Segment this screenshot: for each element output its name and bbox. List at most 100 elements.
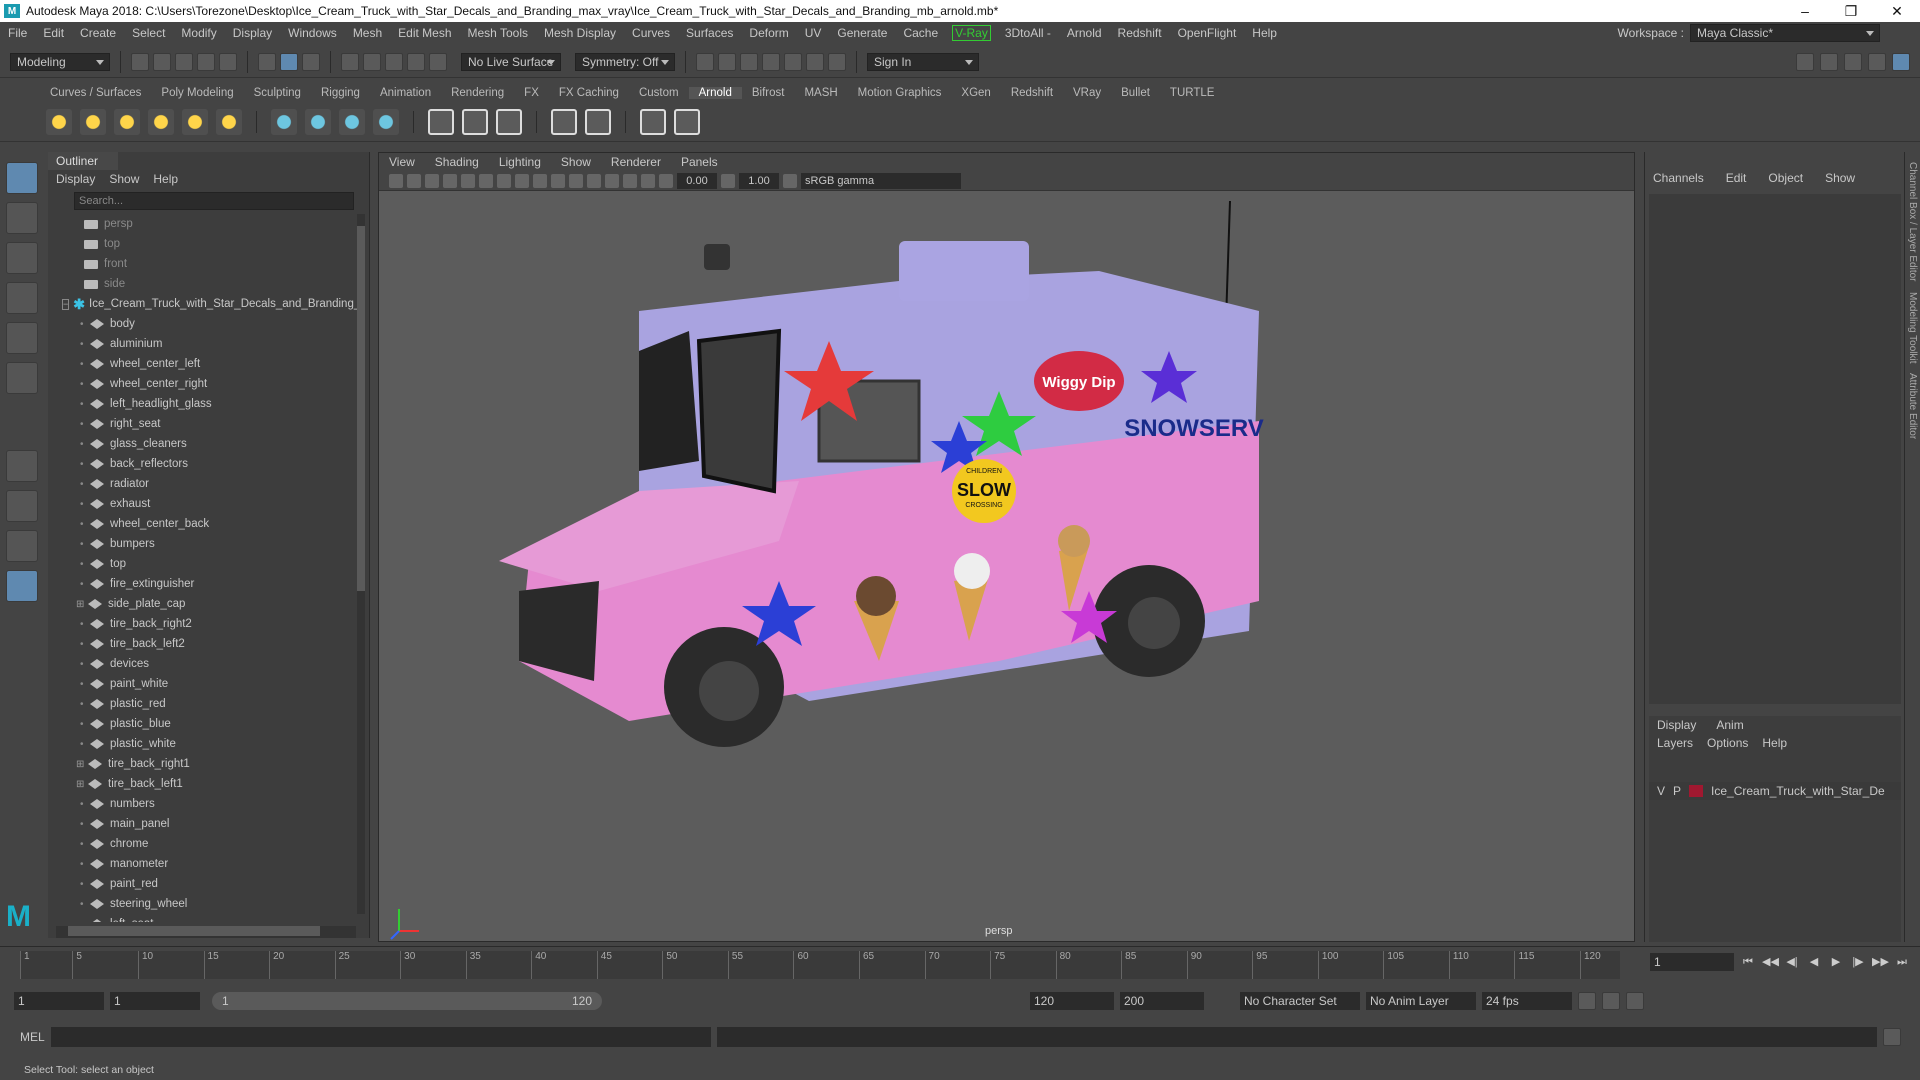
volume-icon[interactable] <box>339 108 365 135</box>
anim-prefs-icon[interactable] <box>1626 992 1644 1010</box>
render-view-icon[interactable] <box>696 52 714 71</box>
outliner-mesh-item[interactable]: ⊞ tire_back_right1 <box>48 754 358 774</box>
outliner-mesh-item[interactable]: • left_headlight_glass <box>48 394 358 414</box>
light-portal-icon[interactable] <box>182 108 208 135</box>
area-light-icon[interactable] <box>46 108 72 135</box>
image-plane-icon[interactable] <box>425 173 439 188</box>
menu-uv[interactable]: UV <box>797 26 830 40</box>
shelf-tab-arnold[interactable]: Arnold <box>688 87 742 99</box>
outliner-tab[interactable]: Outliner <box>48 152 118 170</box>
rotate-tool-icon[interactable] <box>6 322 38 354</box>
shelf-tab-fx-caching[interactable]: FX Caching <box>549 87 629 99</box>
script-editor-icon[interactable] <box>1882 1028 1901 1046</box>
shelf-tab-vray[interactable]: VRay <box>1063 87 1111 99</box>
antialiasing-icon[interactable] <box>605 173 619 188</box>
standin-icon[interactable] <box>271 108 297 135</box>
shelf-tab-rendering[interactable]: Rendering <box>441 87 514 99</box>
viewport-menu-shading[interactable]: Shading <box>435 153 479 171</box>
snap-point-icon[interactable] <box>385 52 403 71</box>
display-layer-row[interactable]: V P Ice_Cream_Truck_with_Star_De <box>1649 782 1901 800</box>
viewport-menu-renderer[interactable]: Renderer <box>611 153 661 171</box>
menu-edit-mesh[interactable]: Edit Mesh <box>390 26 459 40</box>
gamma-icon[interactable] <box>721 173 735 188</box>
snap-curve-icon[interactable] <box>363 52 381 71</box>
resolution-gate-icon[interactable] <box>479 173 493 188</box>
fps-dropdown[interactable]: 24 fps <box>1482 992 1572 1010</box>
outliner-camera-item[interactable]: side <box>48 274 358 294</box>
material-icon[interactable] <box>551 108 577 135</box>
menu-vray[interactable]: V-Ray <box>952 25 991 41</box>
camera-bookmark-icon[interactable] <box>407 173 421 188</box>
symmetry-dropdown[interactable]: Symmetry: Off <box>575 52 675 71</box>
auto-key-icon[interactable] <box>1602 992 1620 1010</box>
outliner-mesh-item[interactable]: • tire_back_right2 <box>48 614 358 634</box>
menu-curves[interactable]: Curves <box>624 26 678 40</box>
close-button[interactable]: ✕ <box>1874 3 1920 20</box>
isolate-select-icon[interactable] <box>623 173 637 188</box>
loop-icon[interactable] <box>1578 992 1596 1010</box>
step-forward-key-icon[interactable]: ▶▶ <box>1872 955 1889 969</box>
shelf-tab-motion-graphics[interactable]: Motion Graphics <box>848 87 952 99</box>
outliner-mesh-item[interactable]: • left_seat <box>48 914 358 922</box>
smooth-shade-icon[interactable] <box>515 173 529 188</box>
pause-icon[interactable] <box>828 52 846 71</box>
layer-tab-display[interactable]: Display <box>1657 716 1696 734</box>
channel-menu-object[interactable]: Object <box>1768 166 1803 190</box>
license-icon[interactable] <box>496 108 522 135</box>
outliner-mesh-item[interactable]: • plastic_white <box>48 734 358 754</box>
anim-end-field[interactable]: 200 <box>1120 992 1204 1010</box>
two-view-layout-icon[interactable] <box>6 530 38 562</box>
shelf-tab-poly-modeling[interactable]: Poly Modeling <box>151 87 243 99</box>
menu-generate[interactable]: Generate <box>829 26 895 40</box>
lights-icon[interactable] <box>551 173 565 188</box>
play-backwards-icon[interactable]: ◀ <box>1806 955 1822 969</box>
single-perspective-layout-icon[interactable] <box>6 450 38 482</box>
shadows-icon[interactable] <box>569 173 583 188</box>
render-frame-icon[interactable] <box>718 52 736 71</box>
live-surface-field[interactable]: No Live Surface <box>461 52 561 71</box>
outliner-mesh-item[interactable]: • fire_extinguisher <box>48 574 358 594</box>
menu-windows[interactable]: Windows <box>280 26 345 40</box>
outliner-mesh-item[interactable]: • body <box>48 314 358 334</box>
render-preview-icon[interactable] <box>640 108 666 135</box>
step-back-frame-icon[interactable]: ◀| <box>1784 955 1800 969</box>
outliner-scrollbar[interactable] <box>357 214 365 914</box>
outliner-mesh-item[interactable]: • manometer <box>48 854 358 874</box>
paint-select-tool-icon[interactable] <box>6 242 38 274</box>
outliner-mesh-item[interactable]: • chrome <box>48 834 358 854</box>
snap-grid-icon[interactable] <box>341 52 359 71</box>
outliner-search-input[interactable]: Search... <box>74 192 354 210</box>
character-controls-icon[interactable] <box>1820 52 1838 71</box>
shelf-tab-redshift[interactable]: Redshift <box>1001 87 1063 99</box>
layer-menu-help[interactable]: Help <box>1762 734 1787 752</box>
outliner-mesh-item[interactable]: • aluminium <box>48 334 358 354</box>
exposure-icon[interactable] <box>659 173 673 188</box>
menu-redshift[interactable]: Redshift <box>1110 26 1170 40</box>
shader-icon[interactable] <box>585 108 611 135</box>
layer-menu-options[interactable]: Options <box>1707 734 1748 752</box>
textured-icon[interactable] <box>533 173 547 188</box>
expand-icon[interactable]: ⊞ <box>76 759 86 770</box>
range-slider-bar[interactable]: 1 120 <box>212 992 602 1010</box>
side-tab-attribute-editor[interactable]: Attribute Editor <box>1907 373 1918 439</box>
outliner-mesh-item[interactable]: • bumpers <box>48 534 358 554</box>
hypershade-icon[interactable] <box>784 52 802 71</box>
physical-sky-icon[interactable] <box>216 108 242 135</box>
outliner-mesh-item[interactable]: • exhaust <box>48 494 358 514</box>
collapse-icon[interactable]: − <box>62 298 70 310</box>
flush-cache-icon[interactable] <box>462 108 488 135</box>
outliner-menu-display[interactable]: Display <box>56 170 95 188</box>
outliner-mesh-item[interactable]: • back_reflectors <box>48 454 358 474</box>
grid-icon[interactable] <box>443 173 457 188</box>
anim-start-field[interactable]: 1 <box>110 992 200 1010</box>
save-scene-icon[interactable] <box>175 52 193 71</box>
scale-tool-icon[interactable] <box>6 362 38 394</box>
menu-arnold[interactable]: Arnold <box>1059 26 1110 40</box>
viewport-menu-lighting[interactable]: Lighting <box>499 153 541 171</box>
outliner-mesh-item[interactable]: • top <box>48 554 358 574</box>
outliner-mesh-item[interactable]: • right_seat <box>48 414 358 434</box>
menu-mesh-tools[interactable]: Mesh Tools <box>460 26 536 40</box>
menu-edit[interactable]: Edit <box>35 26 72 40</box>
outliner-layout-icon[interactable] <box>6 570 38 602</box>
wireframe-icon[interactable] <box>497 173 511 188</box>
